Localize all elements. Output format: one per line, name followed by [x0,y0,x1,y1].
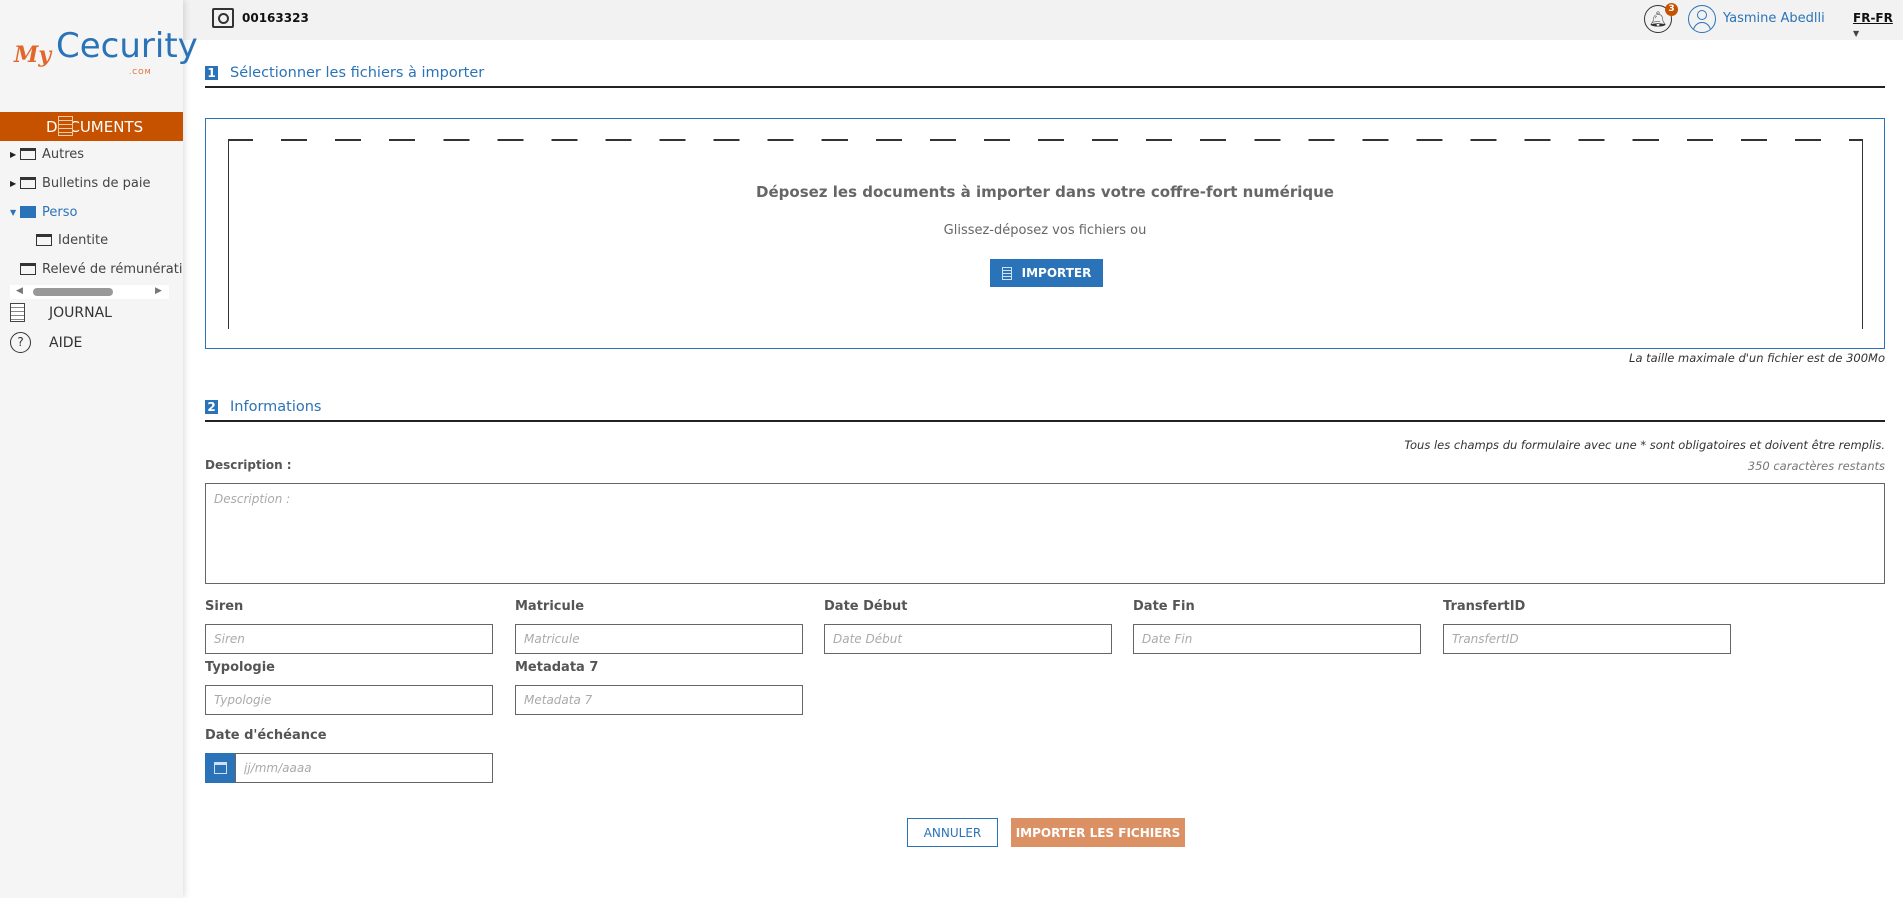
tree-item-perso[interactable]: ▼ Perso [0,200,183,224]
chevron-down-icon: ▼ [1853,29,1860,38]
section-2-title: 2 Informations [205,396,1885,418]
required-note: Tous les champs du formulaire avec une *… [1404,438,1885,452]
section-title-text: Informations [230,399,322,415]
scroll-left-icon[interactable]: ◀ [16,286,23,296]
import-button[interactable]: IMPORTER [990,259,1103,287]
date-debut-label: Date Début [824,599,908,614]
journal-label: JOURNAL [49,304,112,321]
import-label: IMPORTER [1021,266,1092,280]
folder-icon [20,148,36,160]
journal-icon [10,303,25,322]
language-selector[interactable]: FR-FR ▼ [1853,11,1903,39]
sidebar-item-aide[interactable]: ? AIDE [10,332,82,353]
calendar-icon [214,762,227,774]
account-id: 00163323 [242,11,309,25]
tree-item-autres[interactable]: ▶ Autres [0,142,183,166]
matricule-label: Matricule [515,599,585,614]
folder-icon [20,177,36,189]
max-size-note: La taille maximale d'un fichier est de 3… [1629,351,1885,365]
folder-open-icon [20,206,36,218]
section-title-text: Sélectionner les fichiers à importer [230,65,485,81]
chars-remaining: 350 caractères restants [1747,459,1885,473]
document-icon [1001,266,1012,280]
tree-label: Relevé de rémunérati [42,261,183,277]
drop-zone[interactable]: Déposez les documents à importer dans vo… [205,118,1885,349]
drop-subtitle: Glissez-déposez vos fichiers ou [943,223,1147,238]
typologie-label: Typologie [205,660,276,675]
due-date-label: Date d'échéance [205,728,327,743]
user-avatar-icon[interactable] [1688,5,1716,33]
due-date-input[interactable] [235,753,493,783]
tree-item-releve[interactable]: Relevé de rémunérati [0,257,183,281]
tree-item-bulletins[interactable]: ▶ Bulletins de paie [0,171,183,195]
cancel-button[interactable]: ANNULER [907,818,998,847]
sidebar-item-documents[interactable]: DOCUMENTS [0,112,183,141]
drop-title: Déposez les documents à importer dans vo… [756,183,1334,201]
user-name[interactable]: Yasmine Abedlli [1723,11,1825,26]
caret-down-icon[interactable]: ▼ [10,208,20,217]
step-number: 2 [205,400,218,414]
transfertid-label: TransfertID [1443,599,1526,614]
step-number: 1 [205,66,218,80]
notification-badge: 3 [1665,3,1678,16]
tree-label: Perso [42,204,78,220]
tree-item-identite[interactable]: Identite [0,228,183,252]
siren-label: Siren [205,599,244,614]
scrollbar-thumb[interactable] [33,288,113,296]
date-fin-label: Date Fin [1133,599,1195,614]
description-label: Description : [205,458,292,472]
folder-icon [20,263,36,275]
sidebar: My Cecurity .COM DOCUMENTS ▶ Autres ▶ Bull… [0,0,198,898]
tree-label: Bulletins de paie [42,175,151,191]
scroll-right-icon[interactable]: ▶ [155,286,162,296]
metadata7-label: Metadata 7 [515,660,599,675]
aide-label: AIDE [49,334,83,351]
matricule-input[interactable] [515,624,803,654]
safe-icon [212,8,234,28]
tree-label: Autres [42,146,85,162]
section-1-title: 1 Sélectionner les fichiers à importer [205,62,1885,84]
metadata7-input[interactable] [515,685,803,715]
help-icon: ? [10,332,31,353]
language-value: FR-FR [1853,11,1893,25]
caret-right-icon[interactable]: ▶ [10,179,20,188]
submit-import-button[interactable]: IMPORTER LES FICHIERS [1011,818,1185,847]
siren-input[interactable] [205,624,493,654]
transfertid-input[interactable] [1443,624,1731,654]
divider [205,86,1885,88]
top-header: 00163323 🔔︎ 3 Yasmine Abedlli FR-FR ▼ [183,0,1903,40]
horizontal-scrollbar[interactable]: ◀ ▶ [10,285,169,299]
date-fin-input[interactable] [1133,624,1421,654]
sidebar-item-journal[interactable]: JOURNAL [10,303,112,322]
description-textarea[interactable] [205,483,1885,584]
typologie-input[interactable] [205,685,493,715]
divider [205,420,1885,422]
calendar-button[interactable] [205,753,236,783]
logo: My Cecurity .COM [14,26,198,76]
document-icon [58,116,73,136]
folder-icon [36,234,52,246]
date-debut-input[interactable] [824,624,1112,654]
tree-label: Identite [58,232,109,248]
caret-right-icon[interactable]: ▶ [10,150,20,159]
